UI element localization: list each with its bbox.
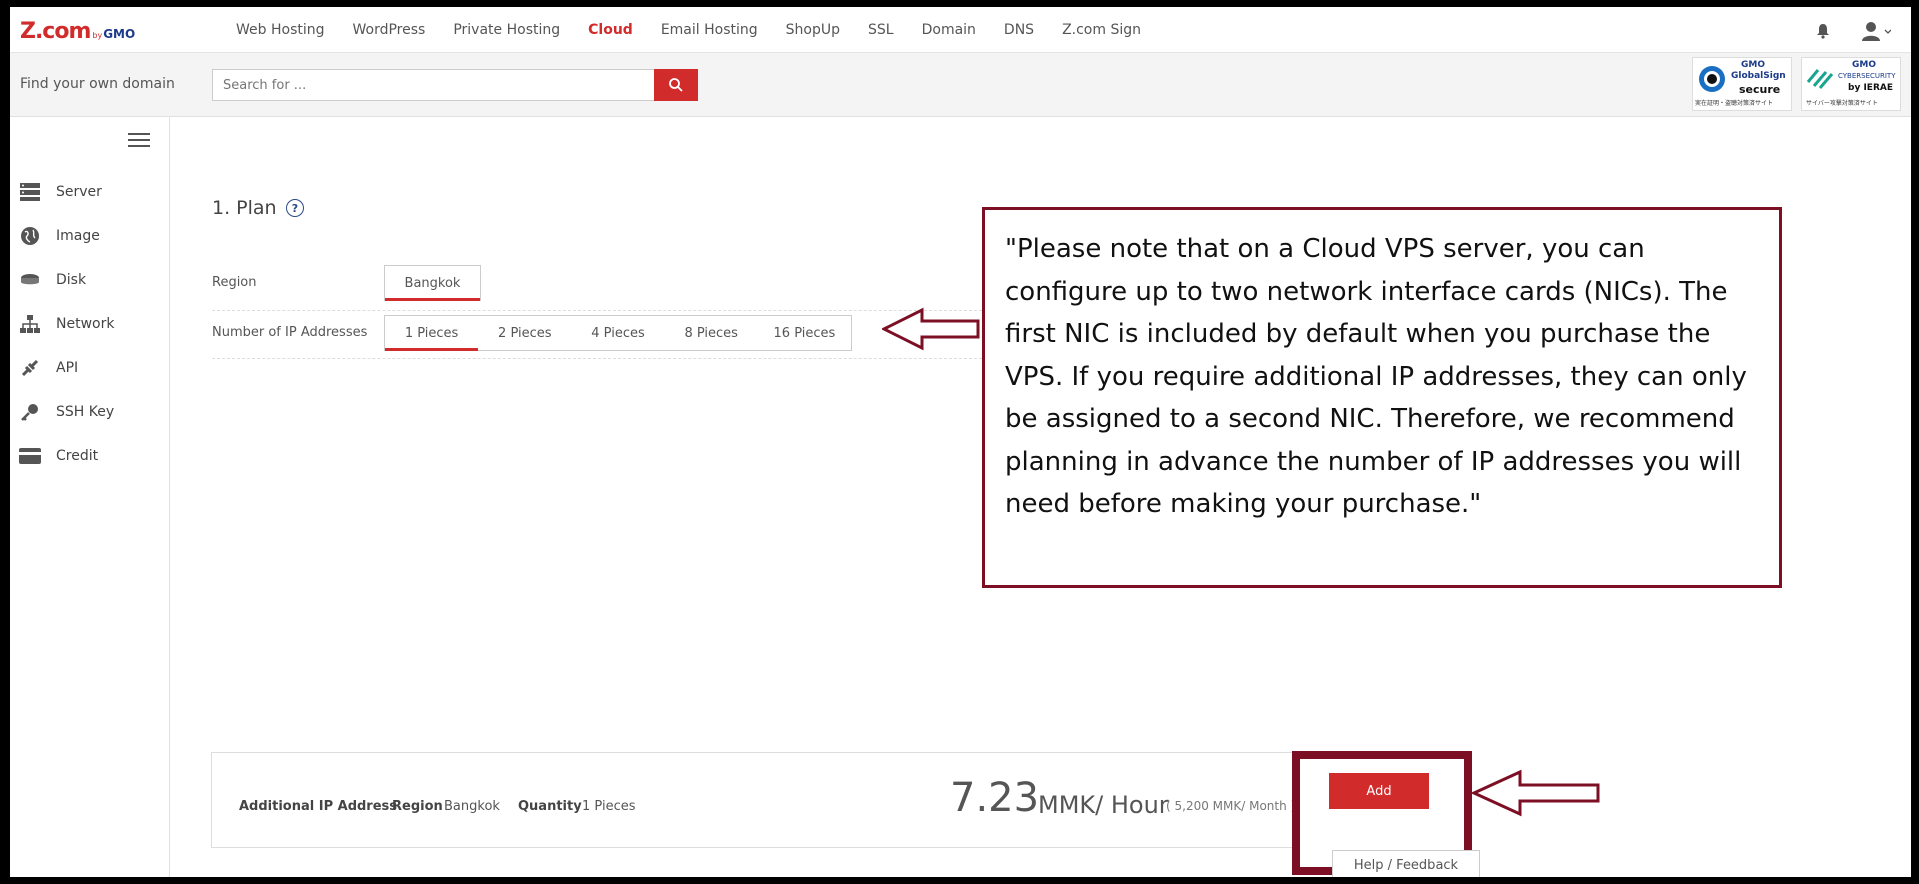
nav-web-hosting[interactable]: Web Hosting: [236, 22, 325, 38]
help-feedback-button[interactable]: Help / Feedback: [1332, 850, 1480, 877]
sidebar-item-label: Server: [56, 184, 102, 200]
nav-dns[interactable]: DNS: [1004, 22, 1034, 38]
sidebar-item-label: API: [56, 360, 79, 376]
sidebar: Server Image Disk Network API SSH Key Cr…: [10, 117, 170, 877]
order-summary: Additional IP Address Region Bangkok Qua…: [211, 752, 1461, 848]
ip-count-selector: 1 Pieces 2 Pieces 4 Pieces 8 Pieces 16 P…: [384, 315, 852, 351]
domain-label: Find your own domain: [20, 76, 175, 92]
plan-title: 1. Plan: [212, 197, 277, 219]
badge1-foot: 実在証明・盗聴対策済サイト: [1695, 100, 1774, 107]
sidebar-item-image[interactable]: Image: [18, 224, 100, 248]
nav-private-hosting[interactable]: Private Hosting: [453, 22, 560, 38]
sidebar-item-disk[interactable]: Disk: [18, 268, 86, 292]
nav-zcom-sign[interactable]: Z.com Sign: [1062, 22, 1141, 38]
top-nav: Z.com by GMO Web Hosting WordPress Priva…: [10, 7, 1911, 53]
help-icon[interactable]: ?: [286, 199, 304, 217]
summary-region-label: Region: [392, 799, 443, 814]
nav-wordpress[interactable]: WordPress: [353, 22, 426, 38]
sidebar-item-api[interactable]: API: [18, 356, 78, 380]
sidebar-item-label: Credit: [56, 448, 99, 464]
summary-quantity-label: Quantity: [518, 799, 582, 814]
domain-search-bar: Find your own domain GMO GlobalSign secu…: [10, 53, 1911, 117]
zcom-logo[interactable]: Z.com by GMO: [20, 19, 136, 44]
domain-search-input[interactable]: [212, 69, 655, 101]
region-option-bangkok[interactable]: Bangkok: [385, 266, 480, 301]
logo-text: Z.com: [20, 19, 91, 44]
key-icon: [18, 402, 42, 422]
annotation-note: "Please note that on a Cloud VPS server,…: [982, 207, 1782, 588]
network-icon: [18, 314, 42, 334]
logo-by: by: [92, 31, 103, 40]
nav-shopup[interactable]: ShopUp: [786, 22, 840, 38]
ip-option-1[interactable]: 1 Pieces: [385, 316, 479, 351]
nav-cloud[interactable]: Cloud: [588, 22, 633, 38]
server-icon: [18, 182, 42, 202]
ip-option-4[interactable]: 4 Pieces: [571, 316, 664, 350]
nav-domain[interactable]: Domain: [922, 22, 976, 38]
sidebar-item-label: Network: [56, 316, 115, 332]
search-icon: [668, 77, 684, 93]
disk-icon: [18, 270, 42, 290]
sidebar-item-label: Image: [56, 228, 100, 244]
nav-ssl[interactable]: SSL: [868, 22, 894, 38]
logo-gmo: GMO: [103, 27, 136, 41]
ip-option-16[interactable]: 16 Pieces: [758, 316, 851, 350]
price-value: 7.23: [950, 775, 1040, 821]
summary-region-value: Bangkok: [444, 799, 500, 814]
region-selector: Bangkok: [384, 265, 481, 301]
annotation-arrow-left-icon: [1472, 769, 1600, 817]
sidebar-item-credit[interactable]: Credit: [18, 444, 98, 468]
price-monthly: ( 5,200 MMK/ Month ): [1166, 799, 1296, 813]
badge1-mid: GlobalSign: [1731, 71, 1786, 81]
badge2-top: GMO: [1852, 60, 1876, 70]
row-divider: [212, 358, 982, 359]
cybersecurity-badge: GMO CYBERSECURITY by IERAE サイバー攻撃対策済サイト: [1801, 57, 1901, 111]
user-icon[interactable]: [1861, 21, 1891, 41]
sidebar-item-server[interactable]: Server: [18, 180, 102, 204]
ip-option-8[interactable]: 8 Pieces: [665, 316, 758, 350]
badge1-bottom: secure: [1739, 83, 1781, 96]
globalsign-badge: GMO GlobalSign secure 実在証明・盗聴対策済サイト: [1692, 57, 1792, 111]
region-label: Region: [212, 275, 257, 290]
sidebar-item-label: Disk: [56, 272, 87, 288]
summary-quantity-value: 1 Pieces: [582, 799, 636, 814]
ierae-logo-icon: [1806, 69, 1834, 89]
nav-email-hosting[interactable]: Email Hosting: [661, 22, 758, 38]
summary-item-name: Additional IP Address: [239, 799, 398, 814]
eye-icon: [1699, 66, 1725, 92]
badge2-mid: CYBERSECURITY: [1838, 72, 1896, 80]
sidebar-item-network[interactable]: Network: [18, 312, 114, 336]
api-icon: [18, 358, 42, 378]
bell-icon[interactable]: [1815, 23, 1831, 39]
annotation-arrow-left-icon: [882, 307, 980, 351]
sidebar-item-ssh-key[interactable]: SSH Key: [18, 400, 114, 424]
hamburger-menu-icon[interactable]: [128, 133, 150, 149]
globe-icon: [18, 226, 42, 246]
app-frame: Z.com by GMO Web Hosting WordPress Priva…: [10, 7, 1911, 877]
row-divider: [212, 310, 982, 311]
ip-count-label: Number of IP Addresses: [212, 325, 368, 340]
badge2-foot: サイバー攻撃対策済サイト: [1806, 100, 1878, 107]
price-unit: MMK/ Hour: [1038, 791, 1169, 819]
search-button[interactable]: [654, 69, 698, 101]
sidebar-item-label: SSH Key: [56, 404, 115, 420]
credit-card-icon: [18, 446, 42, 466]
ip-option-2[interactable]: 2 Pieces: [478, 316, 571, 350]
add-button[interactable]: Add: [1329, 773, 1429, 809]
nav-links: Web Hosting WordPress Private Hosting Cl…: [236, 7, 1169, 53]
badge2-bottom: by IERAE: [1848, 83, 1893, 93]
badge1-top: GMO: [1741, 60, 1765, 70]
